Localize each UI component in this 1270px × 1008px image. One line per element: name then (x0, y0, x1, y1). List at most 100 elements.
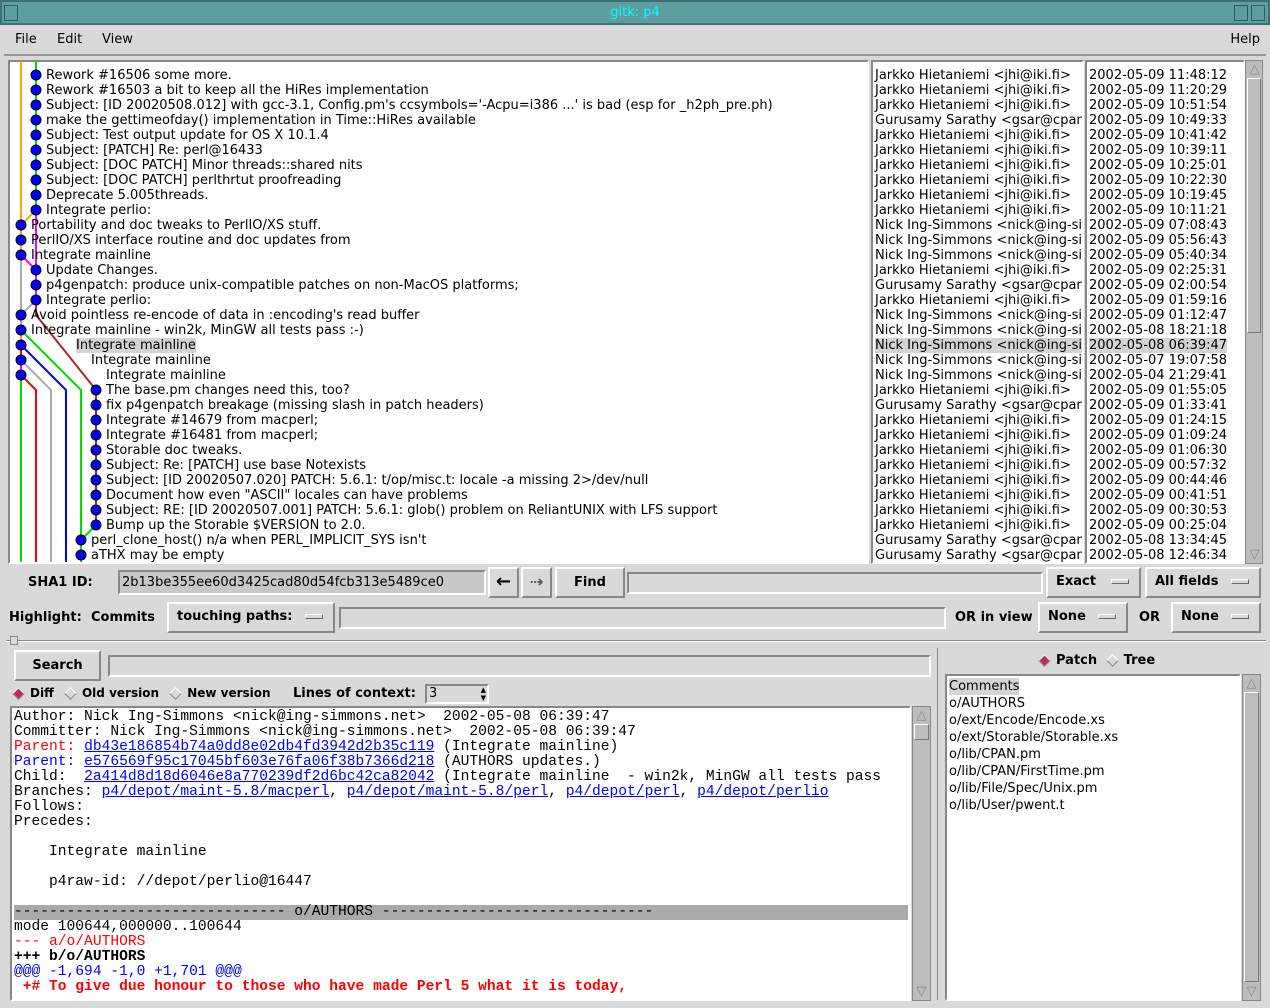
search-input[interactable] (108, 655, 931, 677)
commit-date[interactable]: 2002-05-09 02:25:31 (1089, 263, 1227, 278)
commit-node[interactable] (30, 174, 42, 186)
commit-author[interactable]: Jarkko Hietaniemi <jhi@iki.fi> (875, 158, 1071, 173)
maximize-button[interactable] (1251, 5, 1265, 21)
parent1-link[interactable]: db43e186854b74a0dd8e02db4fd3942d2b35c119 (84, 739, 434, 755)
commit-subject[interactable]: Portability and doc tweaks to PerlIO/XS … (31, 218, 321, 233)
file-list-item[interactable]: o/AUTHORS (949, 695, 1239, 712)
commit-subject[interactable]: p4genpatch: produce unix-compatible patc… (46, 278, 519, 293)
highlight-paths-input[interactable] (339, 607, 946, 629)
commit-subject[interactable]: Rework #16503 a bit to keep all the HiRe… (46, 83, 429, 98)
commit-date[interactable]: 2002-05-09 11:20:29 (1089, 83, 1227, 98)
commit-node[interactable] (15, 219, 27, 231)
file-list-item[interactable]: Comments (949, 678, 1020, 695)
branch-link[interactable]: p4/depot/perl (566, 784, 680, 800)
commit-subject[interactable]: Subject: [DOC PATCH] Minor threads::shar… (46, 158, 363, 173)
commit-date[interactable]: 2002-05-09 00:25:04 (1089, 518, 1227, 533)
radio-new-version[interactable]: New version (169, 686, 271, 700)
commit-subject[interactable]: Integrate mainline (76, 338, 196, 353)
commit-node[interactable] (90, 504, 102, 516)
commit-subject[interactable]: perl_clone_host() n/a when PERL_IMPLICIT… (91, 533, 426, 548)
commit-author[interactable]: Jarkko Hietaniemi <jhi@iki.fi> (875, 173, 1071, 188)
commit-author[interactable]: Jarkko Hietaniemi <jhi@iki.fi> (875, 503, 1071, 518)
commit-node[interactable] (30, 159, 42, 171)
commit-subject[interactable]: Deprecate 5.005threads. (46, 188, 208, 203)
commit-date[interactable]: 2002-05-08 18:21:18 (1089, 323, 1227, 338)
commit-author[interactable]: Nick Ing-Simmons <nick@ing-si (875, 368, 1082, 383)
commit-node[interactable] (90, 384, 102, 396)
commit-date[interactable]: 2002-05-08 06:39:47 (1089, 338, 1228, 353)
commit-subject[interactable]: aTHX may be empty (91, 548, 224, 562)
menu-edit[interactable]: Edit (57, 32, 82, 47)
search-button[interactable]: Search (14, 650, 101, 681)
commit-author[interactable]: Jarkko Hietaniemi <jhi@iki.fi> (875, 128, 1071, 143)
diff-text-pane[interactable]: Author: Nick Ing-Simmons <nick@ing-simmo… (10, 706, 911, 1001)
commit-subject[interactable]: Integrate mainline (106, 368, 226, 383)
find-input[interactable] (627, 572, 1043, 594)
commit-subject[interactable]: Integrate #16481 from macperl; (106, 428, 318, 443)
commit-subject[interactable]: Integrate perlio: (46, 203, 151, 218)
commit-node[interactable] (30, 114, 42, 126)
find-button[interactable]: Find (555, 567, 625, 598)
minimize-button[interactable] (1234, 5, 1248, 21)
commit-node[interactable] (30, 99, 42, 111)
vertical-sash[interactable] (937, 648, 938, 1000)
commit-subject[interactable]: Subject: [ID 20020507.020] PATCH: 5.6.1:… (106, 473, 648, 488)
branch-link[interactable]: p4/depot/maint-5.8/macperl (102, 784, 330, 800)
radio-tree[interactable]: Tree (1105, 653, 1155, 668)
commit-node[interactable] (15, 234, 27, 246)
commit-subject[interactable]: Integrate mainline (31, 248, 151, 263)
commit-node[interactable] (90, 399, 102, 411)
commit-subject[interactable]: PerlIO/XS interface routine and doc upda… (31, 233, 351, 248)
branch-link[interactable]: p4/depot/perlio (697, 784, 828, 800)
commit-subject[interactable]: Storable doc tweaks. (106, 443, 242, 458)
author-column[interactable]: Jarkko Hietaniemi <jhi@iki.fi> Jarkko Hie… (871, 60, 1084, 564)
find-type-menu[interactable]: Exact (1046, 567, 1141, 598)
commit-date[interactable]: 2002-05-09 10:19:45 (1089, 188, 1227, 203)
commit-author[interactable]: Jarkko Hietaniemi <jhi@iki.fi> (875, 263, 1071, 278)
commit-subject[interactable]: Subject: RE: [ID 20020507.001] PATCH: 5.… (106, 503, 717, 518)
spin-arrows-icon[interactable]: ▲ ▼ (481, 686, 486, 702)
commit-node[interactable] (75, 534, 87, 546)
radio-old-version[interactable]: Old version (64, 686, 159, 700)
commit-author[interactable]: Jarkko Hietaniemi <jhi@iki.fi> (875, 188, 1071, 203)
file-list-item[interactable]: o/lib/File/Spec/Unix.pm (949, 780, 1239, 797)
commit-subject[interactable]: Subject: Re: [PATCH] use base Notexists (106, 458, 366, 473)
commit-subject[interactable]: Subject: [ID 20020508.012] with gcc-3.1,… (46, 98, 773, 113)
commit-date[interactable]: 2002-05-09 10:25:01 (1089, 158, 1227, 173)
commit-date[interactable]: 2002-05-09 01:06:30 (1089, 443, 1227, 458)
branch-link[interactable]: p4/depot/maint-5.8/perl (347, 784, 548, 800)
scroll-down-icon[interactable]: ▽ (1247, 547, 1262, 562)
commit-author[interactable]: Jarkko Hietaniemi <jhi@iki.fi> (875, 473, 1071, 488)
commit-author[interactable]: Jarkko Hietaniemi <jhi@iki.fi> (875, 83, 1071, 98)
commit-date[interactable]: 2002-05-09 07:08:43 (1089, 218, 1227, 233)
commit-author[interactable]: Nick Ing-Simmons <nick@ing-si (875, 248, 1082, 263)
commit-node[interactable] (90, 414, 102, 426)
file-list-item[interactable]: o/lib/CPAN.pm (949, 746, 1239, 763)
commit-date[interactable]: 2002-05-09 00:30:53 (1089, 503, 1227, 518)
commit-node[interactable] (90, 444, 102, 456)
commit-author[interactable]: Jarkko Hietaniemi <jhi@iki.fi> (875, 458, 1071, 473)
commit-subject[interactable]: Subject: [DOC PATCH] perlthrtut proofrea… (46, 173, 341, 188)
radio-diff[interactable]: Diff (12, 686, 54, 700)
commit-date[interactable]: 2002-05-09 00:41:51 (1089, 488, 1227, 503)
commit-author[interactable]: Jarkko Hietaniemi <jhi@iki.fi> (875, 413, 1071, 428)
commit-node[interactable] (15, 369, 27, 381)
commit-author[interactable]: Gurusamy Sarathy <gsar@cpan (875, 398, 1082, 413)
commit-subject[interactable]: Bump up the Storable $VERSION to 2.0. (106, 518, 365, 533)
commit-subject[interactable]: make the gettimeofday() implementation i… (46, 113, 476, 128)
file-list-item[interactable]: o/ext/Storable/Storable.xs (949, 729, 1239, 746)
sha1-input[interactable]: 2b13be355ee60d3425cad80d54fcb313e5489ce0 (118, 570, 486, 595)
find-fields-menu[interactable]: All fields (1145, 567, 1261, 598)
commit-subject[interactable]: Document how even "ASCII" locales can ha… (106, 488, 468, 503)
commit-date[interactable]: 2002-05-09 01:12:47 (1089, 308, 1227, 323)
commit-date[interactable]: 2002-05-08 12:46:34 (1089, 548, 1227, 562)
radio-patch[interactable]: Patch (1038, 653, 1097, 668)
commit-author[interactable]: Nick Ing-Simmons <nick@ing-si (875, 353, 1082, 368)
commit-node[interactable] (75, 549, 87, 561)
child-link[interactable]: 2a414d8d18d6046e8a770239df2d6bc42ca82042 (84, 769, 434, 785)
commit-subject[interactable]: Avoid pointless re-encode of data in :en… (31, 308, 420, 323)
pane-divider[interactable] (6, 640, 1266, 642)
commit-node[interactable] (30, 84, 42, 96)
menu-view[interactable]: View (102, 32, 133, 47)
file-list-item[interactable]: o/lib/CPAN/FirstTime.pm (949, 763, 1239, 780)
